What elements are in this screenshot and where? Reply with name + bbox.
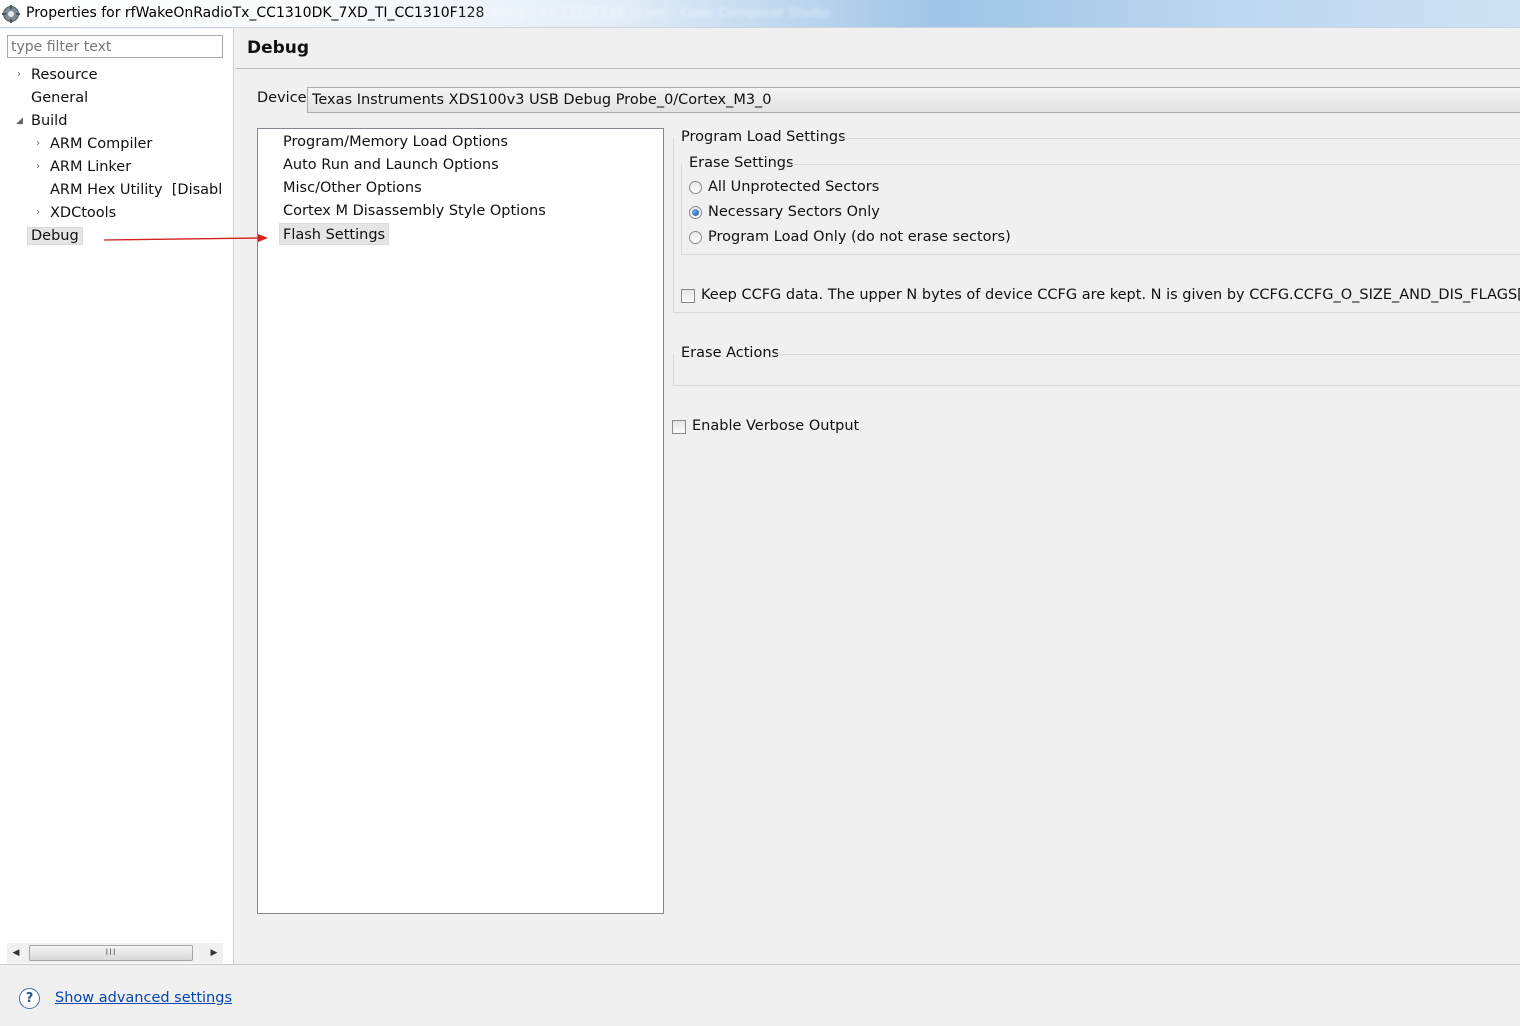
group-border [673,312,1520,313]
tree-item-label: Resource [31,67,98,83]
radio-program-load-only[interactable] [689,231,702,244]
tree-item-label: Debug [27,227,83,245]
tree-item-arm-hex-utility[interactable]: ARM Hex Utility [Disablec [50,179,223,201]
chevron-right-icon[interactable]: › [36,133,40,155]
gear-icon [2,5,20,23]
tree-item-arm-compiler[interactable]: › ARM Compiler [36,133,153,155]
group-border [681,254,1520,255]
chevron-right-icon[interactable]: › [17,64,21,86]
category-cortex-m-disassembly[interactable]: Cortex M Disassembly Style Options [283,200,546,222]
scroll-right-icon[interactable]: ▶ [205,943,223,963]
group-border [787,164,1520,165]
tree-item-general[interactable]: General [31,87,88,109]
footer-divider [0,964,1520,965]
group-title-erase-actions: Erase Actions [681,345,780,361]
device-label: Device [257,90,307,106]
page-title: Debug [247,38,310,58]
show-advanced-settings-link[interactable]: Show advanced settings [55,990,232,1006]
panel-divider[interactable] [233,29,234,964]
radio-necessary-sectors-only[interactable] [689,206,702,219]
group-border [681,164,682,255]
scroll-left-icon[interactable]: ◀ [7,943,25,963]
group-border [838,138,1520,139]
divider [236,68,1520,69]
group-border [673,385,1520,386]
tree-item-label: ARM Linker [50,159,132,175]
radio-label[interactable]: Program Load Only (do not erase sectors) [708,229,1011,245]
tree-item-label: Build [31,113,68,129]
radio-label[interactable]: All Unprotected Sectors [708,179,879,195]
chevron-right-icon[interactable]: › [36,202,40,224]
annotation-arrow [103,234,268,242]
group-border [673,354,674,386]
group-title-program-load-settings: Program Load Settings [681,129,846,145]
tree-item-xdctools[interactable]: › XDCtools [36,202,117,224]
device-select[interactable]: Texas Instruments XDS100v3 USB Debug Pro… [307,87,1520,113]
tree-item-debug[interactable]: Debug [27,225,83,247]
category-auto-run-launch[interactable]: Auto Run and Launch Options [283,154,499,176]
tree-item-label: ARM Compiler [50,136,153,152]
radio-all-unprotected-sectors[interactable] [689,181,702,194]
category-misc-other[interactable]: Misc/Other Options [283,177,422,199]
horizontal-scrollbar[interactable]: ◀ III ▶ [7,943,223,963]
tree-item-label: XDCtools [50,205,117,221]
tree-item-label: ARM Hex Utility [Disablec [50,182,223,198]
help-icon[interactable]: ? [19,988,40,1009]
verbose-output-label[interactable]: Enable Verbose Output [692,418,859,434]
group-border [774,354,1520,355]
tree-item-label: General [31,90,89,106]
filter-input[interactable] [7,35,223,58]
tree-item-resource[interactable]: › Resource [17,64,98,86]
window-title-blurred: …ionConfig… CC1310F128.ccxml - Code Comp… [450,6,830,21]
chevron-right-icon[interactable]: › [36,156,40,178]
expanded-triangle-icon[interactable]: ◢ [16,110,23,132]
window-title-bar: Properties for rfWakeOnRadioTx_CC1310DK_… [0,0,1520,28]
tree-item-arm-linker[interactable]: › ARM Linker [36,156,132,178]
scrollbar-thumb[interactable]: III [29,945,193,961]
tree-item-build[interactable]: ◢ Build [16,110,68,132]
radio-label[interactable]: Necessary Sectors Only [708,204,880,220]
window-title: Properties for rfWakeOnRadioTx_CC1310DK_… [26,5,485,21]
keep-ccfg-label[interactable]: Keep CCFG data. The upper N bytes of dev… [701,287,1520,303]
keep-ccfg-checkbox[interactable] [681,289,695,303]
group-border [673,138,674,313]
category-flash-settings[interactable]: Flash Settings [279,223,390,245]
debug-category-list: Program/Memory Load Options Auto Run and… [257,128,664,914]
group-title-erase-settings: Erase Settings [689,155,794,171]
category-program-memory-load[interactable]: Program/Memory Load Options [283,131,508,153]
property-page-tree: › Resource General ◢ Build › ARM Compile… [0,29,233,964]
verbose-output-checkbox[interactable] [672,420,686,434]
